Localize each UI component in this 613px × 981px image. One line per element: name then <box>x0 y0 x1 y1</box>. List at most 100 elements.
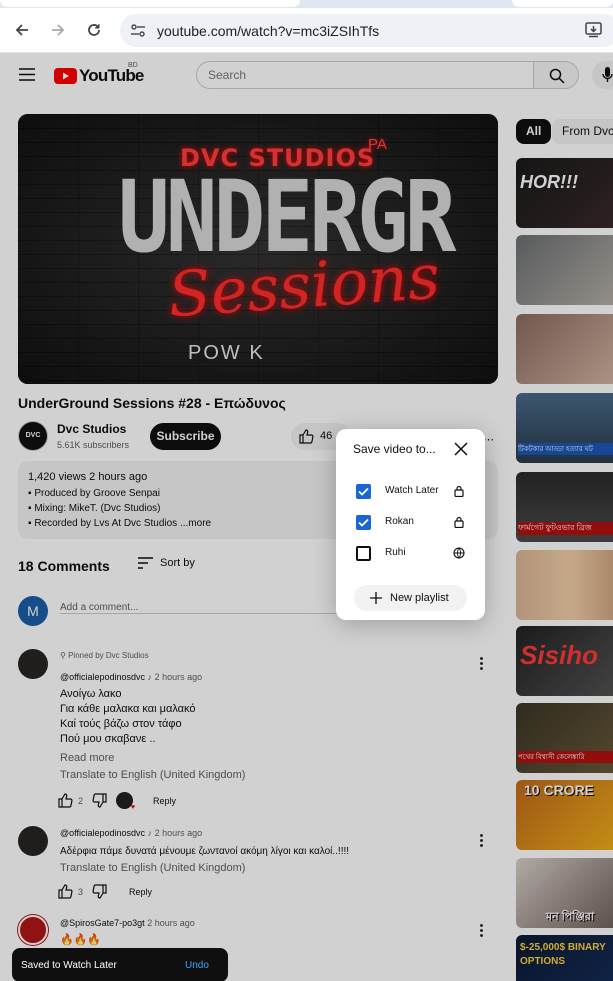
recommended-video-thumbnail[interactable]: HOR!!! <box>516 158 613 228</box>
comment-author[interactable]: @officialepodinosdvc <box>60 828 145 838</box>
heart-icon: ♥ <box>130 804 136 811</box>
thumbs-down-icon[interactable] <box>92 793 107 808</box>
rokan-checkbox[interactable] <box>356 515 371 530</box>
reply-button[interactable]: Reply <box>153 796 176 806</box>
recommended-video-thumbnail[interactable]: ফার্মগেট ফুটওভার ব্রিজ <box>516 472 613 542</box>
youtube-logo[interactable]: YouTube BD <box>54 62 144 86</box>
comment-header: @officialepodinosdvc ♪ 2 hours ago <box>60 672 202 682</box>
translate-link[interactable]: Translate to English (United Kingdom) <box>60 862 245 874</box>
comment-menu-icon[interactable] <box>480 834 483 847</box>
plus-icon <box>370 592 382 604</box>
comment-like-count: 2 <box>78 795 84 806</box>
subscribe-button[interactable]: Subscribe <box>150 423 221 450</box>
chip-from-channel[interactable]: From Dvc S <box>552 119 613 144</box>
translate-link[interactable]: Translate to English (United Kingdom) <box>60 769 245 781</box>
check-icon <box>358 487 369 496</box>
search-icon <box>549 68 565 84</box>
comment-body: Αδέρφια πάμε δυνατά μένουμε ζωντανοί ακό… <box>60 846 350 857</box>
recommended-video-thumbnail[interactable]: মন পিঞ্জিরা <box>516 858 613 928</box>
recommended-video-thumbnail[interactable]: 10 CRORE <box>516 780 613 850</box>
mic-icon <box>602 67 613 82</box>
recommended-video-thumbnail[interactable] <box>516 550 613 620</box>
new-playlist-button[interactable]: New playlist <box>354 585 467 611</box>
snackbar: Saved to Watch Later Undo <box>12 948 228 981</box>
like-count: 46 <box>320 430 333 442</box>
comment-actions: 3 Reply <box>58 884 152 899</box>
comment-line: Πού μου σκαβανε .. <box>60 733 156 745</box>
video-player[interactable]: DVC STUDIOS PA UNDERGR Sessions POW K <box>18 114 498 384</box>
reply-button[interactable]: Reply <box>129 887 152 897</box>
playlist-name[interactable]: Rokan <box>385 516 414 527</box>
comments-count: 18 Comments <box>18 558 110 574</box>
user-avatar: M <box>18 596 48 626</box>
commenter-avatar[interactable] <box>18 649 48 679</box>
comment-author[interactable]: @officialepodinosdvc <box>60 672 145 682</box>
read-more-link[interactable]: Read more <box>60 752 114 764</box>
recommended-video-thumbnail[interactable]: $-25,000$ BINARY OPTIONS <box>516 935 613 981</box>
globe-icon <box>453 547 465 559</box>
country-code: BD <box>128 62 138 69</box>
add-comment-input[interactable]: Add a comment... <box>60 597 340 614</box>
comment-time[interactable]: 2 hours ago <box>147 918 195 928</box>
commenter-avatar[interactable] <box>18 826 48 856</box>
channel-name[interactable]: Dvc Studios <box>57 422 126 436</box>
recommended-video-thumbnail[interactable] <box>516 314 613 384</box>
playlist-name[interactable]: Watch Later <box>385 485 439 496</box>
view-stats: 1,420 views 2 hours ago <box>28 471 148 483</box>
recommended-video-thumbnail[interactable]: পথের বিশ্বাসী কেলেঙ্কারি <box>516 703 613 773</box>
pin-icon: ⚲ <box>60 651 69 660</box>
watch-later-checkbox[interactable] <box>356 484 371 499</box>
menu-icon[interactable] <box>19 68 35 81</box>
chip-all[interactable]: All <box>516 119 552 144</box>
url-text: youtube.com/watch?v=mc3iZSIhTfs <box>157 23 380 39</box>
thumbs-up-icon[interactable] <box>58 884 73 899</box>
comment-actions: 2 ♥ Reply <box>58 792 176 811</box>
description-more-link[interactable]: ...more <box>180 518 211 529</box>
snackbar-message: Saved to Watch Later <box>21 960 117 971</box>
back-icon[interactable] <box>14 22 30 38</box>
description-line: Mixing: MikeT. (Dvc Studios) <box>34 503 161 514</box>
reload-icon[interactable] <box>86 22 102 38</box>
comment-menu-icon[interactable] <box>480 924 483 937</box>
forward-icon[interactable] <box>50 22 66 38</box>
sort-label: Sort by <box>160 557 195 569</box>
lock-icon <box>454 516 464 528</box>
comment-body: Ανοίγω λακο Για κάθε μαλακα και μαλακό Κ… <box>60 687 196 747</box>
comment-body: 🔥🔥🔥 <box>60 934 102 946</box>
search-placeholder: Search <box>208 68 247 82</box>
browser-toolbar: youtube.com/watch?v=mc3iZSIhTfs <box>0 8 613 53</box>
browser-tab[interactable] <box>512 0 613 7</box>
comment-time[interactable]: 2 hours ago <box>155 672 203 682</box>
thumbnail-mark-text: PA <box>368 136 387 153</box>
address-bar[interactable]: youtube.com/watch?v=mc3iZSIhTfs <box>120 14 613 47</box>
site-info-icon[interactable] <box>131 24 145 37</box>
install-app-icon[interactable] <box>585 21 602 38</box>
comment-menu-icon[interactable] <box>480 657 483 670</box>
undo-button[interactable]: Undo <box>185 960 209 971</box>
new-playlist-label: New playlist <box>390 592 449 604</box>
recommended-video-thumbnail[interactable] <box>516 235 613 305</box>
music-note-icon: ♪ <box>147 828 153 838</box>
browser-tab[interactable] <box>0 0 300 7</box>
description-line: Produced by Groove Senpai <box>34 488 160 499</box>
save-to-playlist-dialog: Save video to... Watch Later Rokan Ruhi … <box>336 429 485 620</box>
thumbs-down-icon[interactable] <box>92 884 107 899</box>
thumbs-up-icon[interactable] <box>58 793 73 808</box>
recommended-video-thumbnail[interactable]: টিকটকার আড্ডা হত্যার ঘট <box>516 393 613 463</box>
sort-button[interactable]: Sort by <box>138 557 195 569</box>
search-button[interactable] <box>533 61 579 89</box>
voice-search-button[interactable] <box>592 61 613 89</box>
recommended-video-thumbnail[interactable]: Sisiho <box>516 626 613 696</box>
dialog-title: Save video to... <box>353 442 436 456</box>
channel-avatar[interactable]: DVC <box>18 421 48 451</box>
search-input[interactable]: Search <box>196 61 534 89</box>
logo-text: YouTube <box>79 66 144 85</box>
comment-time[interactable]: 2 hours ago <box>155 828 203 838</box>
comment-author[interactable]: @SpirosGate7-po3gt <box>60 918 145 928</box>
playlist-name[interactable]: Ruhi <box>385 547 406 558</box>
youtube-play-icon <box>54 68 77 84</box>
ruhi-checkbox[interactable] <box>356 546 371 561</box>
commenter-avatar[interactable] <box>18 915 48 945</box>
close-icon[interactable] <box>454 442 468 456</box>
thumbs-up-icon <box>299 429 314 444</box>
